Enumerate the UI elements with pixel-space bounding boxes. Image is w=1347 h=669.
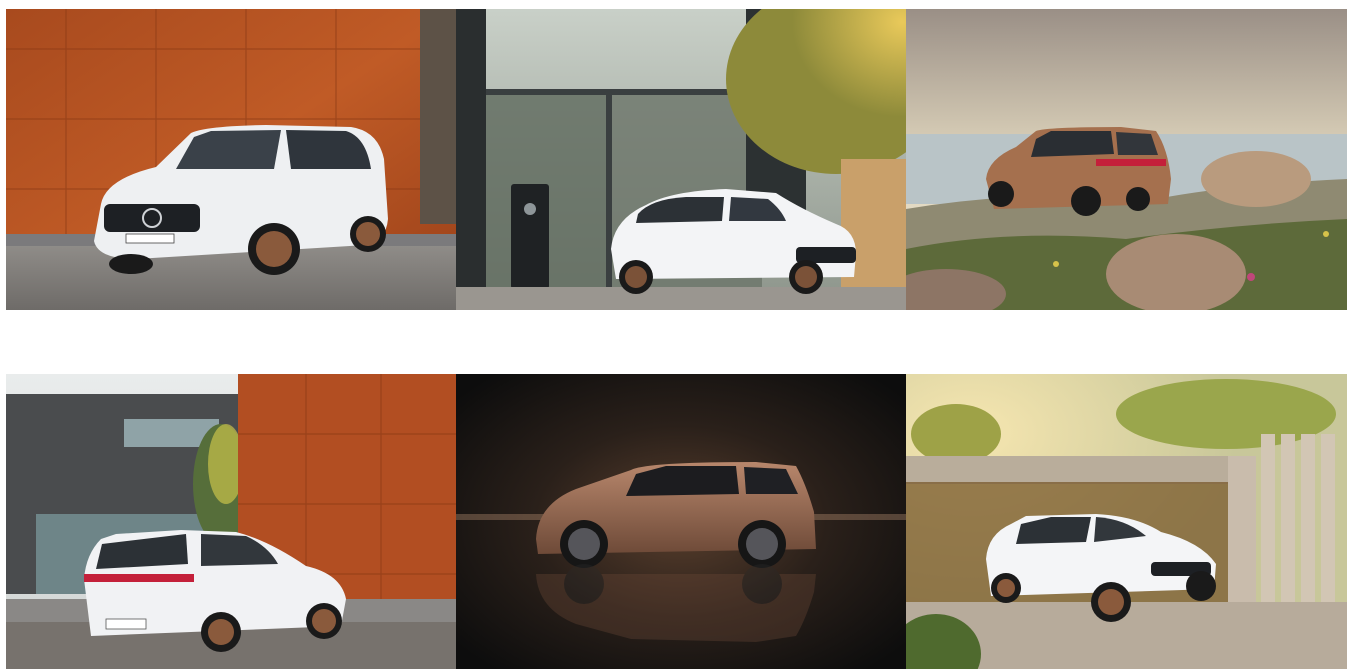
white-suv-glass-house-photo bbox=[456, 9, 906, 310]
gallery-image-3[interactable] bbox=[906, 9, 1347, 310]
gallery-image-5[interactable] bbox=[456, 374, 906, 669]
gallery-image-4[interactable] bbox=[6, 374, 456, 669]
white-suv-rust-wall-photo bbox=[6, 9, 456, 310]
bronze-suv-coast-photo bbox=[906, 9, 1347, 310]
white-suv-rear-rust-wall-photo bbox=[6, 374, 456, 669]
gallery-image-6[interactable] bbox=[906, 374, 1347, 669]
white-suv-carport-photo bbox=[906, 374, 1347, 669]
gallery-image-2[interactable] bbox=[456, 9, 906, 310]
gallery-image-1[interactable] bbox=[6, 9, 456, 310]
bronze-suv-studio-photo bbox=[456, 374, 906, 669]
